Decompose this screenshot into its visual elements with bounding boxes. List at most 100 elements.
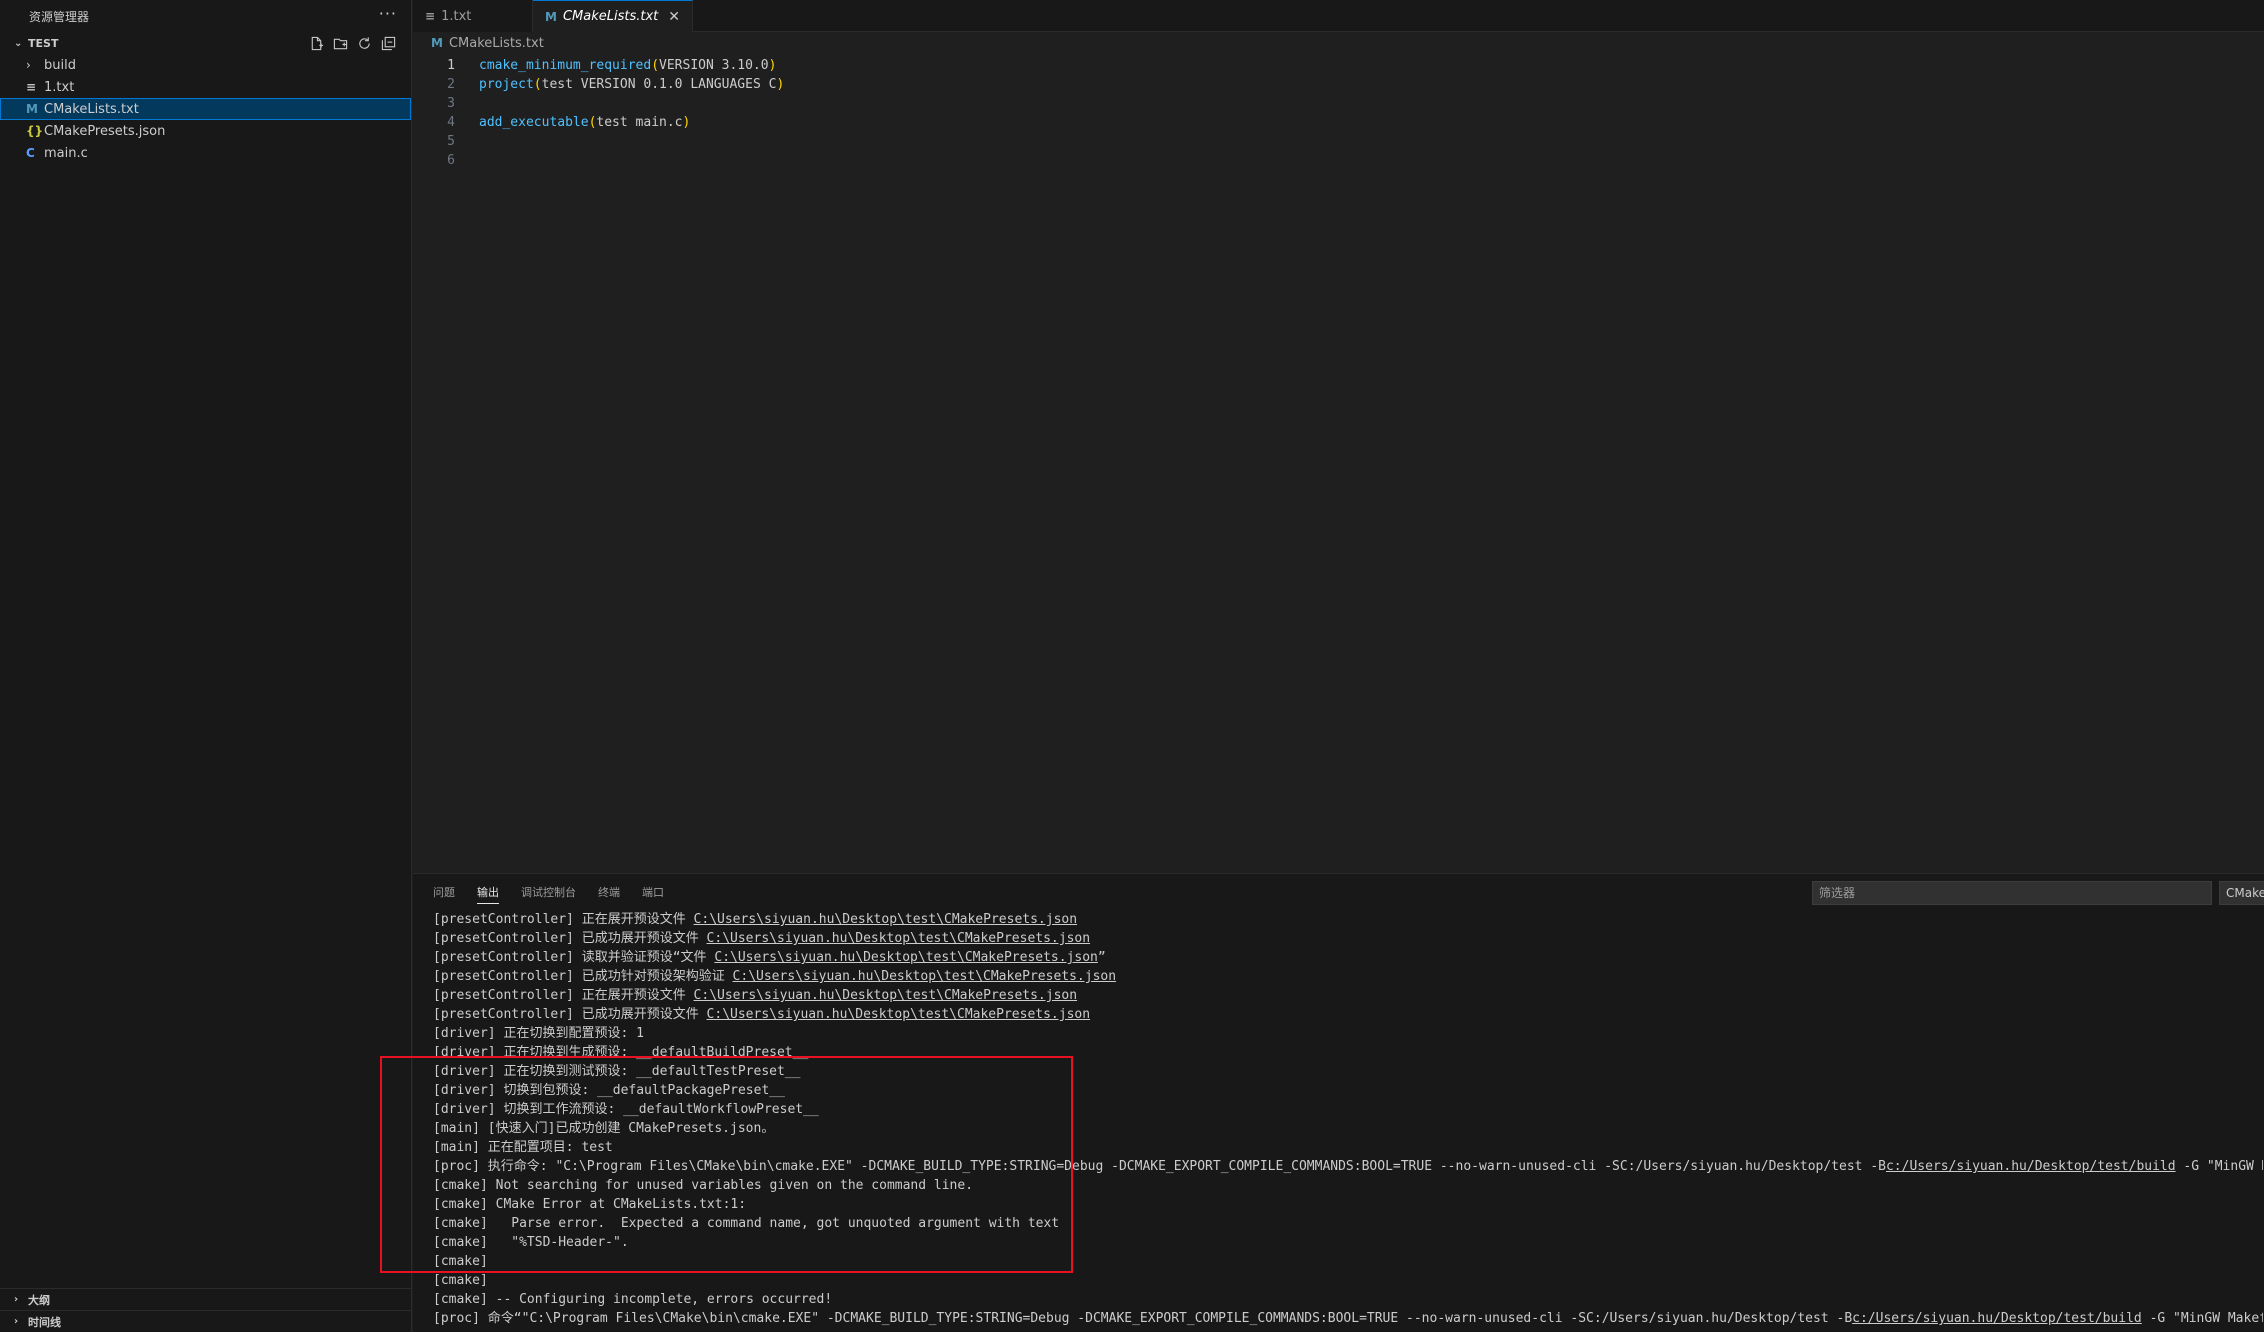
code-line[interactable]: 4 add_executable(test main.c) (413, 113, 2264, 132)
paren: ) (776, 77, 785, 92)
tree-item-cmakelists-txt[interactable]: M CMakeLists.txt (0, 98, 411, 120)
tab-1-txt[interactable]: ≡ 1.txt (413, 0, 533, 32)
text-file-icon: ≡ (425, 9, 436, 23)
output-line: [driver] 切换到包预设: __defaultPackagePreset_… (433, 1081, 2263, 1100)
output-line: [driver] 正在切换到测试预设: __defaultTestPreset_… (433, 1062, 2263, 1081)
output-text: [proc] 执行命令: "C:\Program Files\CMake\bin… (433, 1159, 1886, 1174)
output-line: [presetController] 已成功展开预设文件 C:\Users\si… (433, 929, 2263, 948)
tab-debug-console[interactable]: 调试控制台 (521, 874, 576, 910)
panel-tab-bar: 问题 输出 调试控制台 终端 端口 CMake (413, 874, 2264, 910)
close-icon[interactable]: ✕ (668, 9, 680, 25)
bottom-panel: 问题 输出 调试控制台 终端 端口 CMake [presetControlle… (413, 873, 2264, 1332)
output-text: -G "MinGW Makefiles" (2183, 1159, 2263, 1174)
output-text: [driver] 切换到包预设: __defaultPackagePreset_… (433, 1083, 785, 1098)
output-path-link[interactable]: c:/Users/siyuan.hu/Desktop/test/build (1886, 1159, 2176, 1174)
code-editor[interactable]: 1 cmake_minimum_required(VERSION 3.10.0) 2… (413, 56, 2264, 170)
c-file-icon: C (26, 146, 35, 160)
tree-item-cmakepresets-json[interactable]: {} CMakePresets.json (0, 120, 411, 142)
outline-section-header[interactable]: › 大纲 (0, 1288, 412, 1310)
output-text: [presetController] 正在展开预设文件 (433, 912, 694, 927)
output-line: [presetController] 正在展开预设文件 C:\Users\siy… (433, 910, 2263, 929)
new-file-icon[interactable] (307, 34, 325, 52)
line-number: 1 (447, 58, 455, 73)
output-text: [cmake] Parse error. Expected a command … (433, 1216, 1060, 1231)
breadcrumb: M CMakeLists.txt (413, 32, 2264, 54)
line-number: 3 (447, 96, 455, 111)
new-folder-icon[interactable] (331, 34, 349, 52)
tab-label: 1.txt (441, 8, 472, 24)
output-text: [presetController] 已成功展开预设文件 (433, 931, 707, 946)
breadcrumb-item[interactable]: CMakeLists.txt (449, 36, 544, 51)
text-file-icon: ≡ (26, 80, 37, 94)
output-filter-input[interactable] (1812, 881, 2212, 905)
output-text: [main] 正在配置项目: test (433, 1140, 613, 1155)
code-line[interactable]: 5 (413, 132, 2264, 151)
code-line[interactable]: 3 (413, 94, 2264, 113)
timeline-section-label: 时间线 (28, 1315, 61, 1329)
output-line: [proc] 命令“"C:\Program Files\CMake\bin\cm… (433, 1309, 2263, 1328)
file-tree: › build ≡ 1.txt M CMakeLists.txt{} CMakePreset… (0, 54, 411, 164)
output-path-link[interactable]: C:\Users\siyuan.hu\Desktop\test\CMakePre… (694, 988, 1078, 1003)
tab-problems[interactable]: 问题 (433, 874, 455, 910)
tab-terminal[interactable]: 终端 (598, 874, 620, 910)
explorer-title: 资源管理器 (29, 9, 90, 24)
tab-ports[interactable]: 端口 (642, 874, 664, 910)
code-args: test VERSION 0.1.0 LANGUAGES C (541, 77, 777, 92)
explorer-sidebar: 资源管理器 ··· ⌄ TEST › build ≡ 1.txt M CMakeLists… (0, 0, 412, 1332)
output-line: [presetController] 已成功展开预设文件 C:\Users\si… (433, 1005, 2263, 1024)
output-log[interactable]: [presetController] 正在展开预设文件 C:\Users\siy… (433, 910, 2263, 1332)
cmake-file-icon: M (26, 102, 38, 116)
output-text: [cmake] "%TSD-Header-". (433, 1235, 629, 1250)
output-text: [presetController] 已成功展开预设文件 (433, 1007, 707, 1022)
code-function: add_executable (479, 115, 589, 130)
output-path-link[interactable]: C:\Users\siyuan.hu\Desktop\test\CMakePre… (733, 969, 1117, 984)
output-line: [presetController] 已成功针对预设架构验证 C:\Users\… (433, 967, 2263, 986)
output-line: [proc] 执行命令: "C:\Program Files\CMake\bin… (433, 1157, 2263, 1176)
collapse-all-icon[interactable] (379, 34, 397, 52)
output-path-link[interactable]: C:\Users\siyuan.hu\Desktop\test\CMakePre… (694, 912, 1078, 927)
more-actions-icon[interactable]: ··· (379, 4, 397, 23)
output-text: -G "MinGW Makefiles"” (2149, 1311, 2263, 1326)
paren: ) (682, 115, 691, 130)
tab-cmakelists-txt[interactable]: M CMakeLists.txt ✕ (533, 0, 693, 32)
chevron-right-icon: › (26, 58, 31, 72)
output-line: [cmake] (433, 1252, 2263, 1271)
output-line: [cmake] (433, 1271, 2263, 1290)
code-line[interactable]: 2 project(test VERSION 0.1.0 LANGUAGES C) (413, 75, 2264, 94)
code-line[interactable]: 6 (413, 151, 2264, 170)
code-text: project(test VERSION 0.1.0 LANGUAGES C) (479, 77, 784, 92)
sidebar-bottom-sections: › 大纲 › 时间线 (0, 1288, 412, 1332)
tree-item-build[interactable]: › build (0, 54, 411, 76)
timeline-section-header[interactable]: › 时间线 (0, 1310, 412, 1332)
code-args: VERSION 3.10.0 (659, 58, 769, 73)
line-number: 5 (447, 134, 455, 149)
output-text: [cmake] (433, 1273, 496, 1288)
workspace-section-header[interactable]: ⌄ TEST (0, 32, 411, 54)
tree-item-1-txt[interactable]: ≡ 1.txt (0, 76, 411, 98)
output-path-link[interactable]: C:\Users\siyuan.hu\Desktop\test\CMakePre… (707, 931, 1091, 946)
refresh-icon[interactable] (355, 34, 373, 52)
output-text: [presetController] 已成功针对预设架构验证 (433, 969, 733, 984)
output-line: [presetController] 读取并验证预设“文件 C:\Users\s… (433, 948, 2263, 967)
tree-item-main-c[interactable]: Cmain.c (0, 142, 411, 164)
cmake-file-icon: M (431, 36, 443, 50)
output-line: [driver] 正在切换到配置预设: 1 (433, 1024, 2263, 1043)
output-line: [driver] 切换到工作流预设: __defaultWorkflowPres… (433, 1100, 2263, 1119)
output-path-link[interactable]: C:\Users\siyuan.hu\Desktop\test\CMakePre… (714, 950, 1098, 965)
output-text: [cmake] CMake Error at CMakeLists.txt:1: (433, 1197, 747, 1212)
code-args: test main.c (596, 115, 683, 130)
tree-item-label: build (44, 57, 76, 73)
code-line[interactable]: 1 cmake_minimum_required(VERSION 3.10.0) (413, 56, 2264, 75)
output-path-link[interactable]: C:\Users\siyuan.hu\Desktop\test\CMakePre… (707, 1007, 1091, 1022)
paren: ( (533, 77, 542, 92)
output-line: [cmake] CMake Error at CMakeLists.txt:1: (433, 1195, 2263, 1214)
line-number: 4 (447, 115, 455, 130)
output-channel-select[interactable]: CMake (2219, 881, 2264, 905)
line-number: 6 (447, 153, 455, 168)
output-line: [main] 正在配置项目: test (433, 1138, 2263, 1157)
tab-output[interactable]: 输出 (477, 874, 499, 910)
output-path-link[interactable]: c:/Users/siyuan.hu/Desktop/test/build (1852, 1311, 2142, 1326)
cmake-file-icon: M (545, 9, 557, 24)
chevron-right-icon: › (14, 1294, 19, 1305)
output-line: [cmake] Not searching for unused variabl… (433, 1176, 2263, 1195)
